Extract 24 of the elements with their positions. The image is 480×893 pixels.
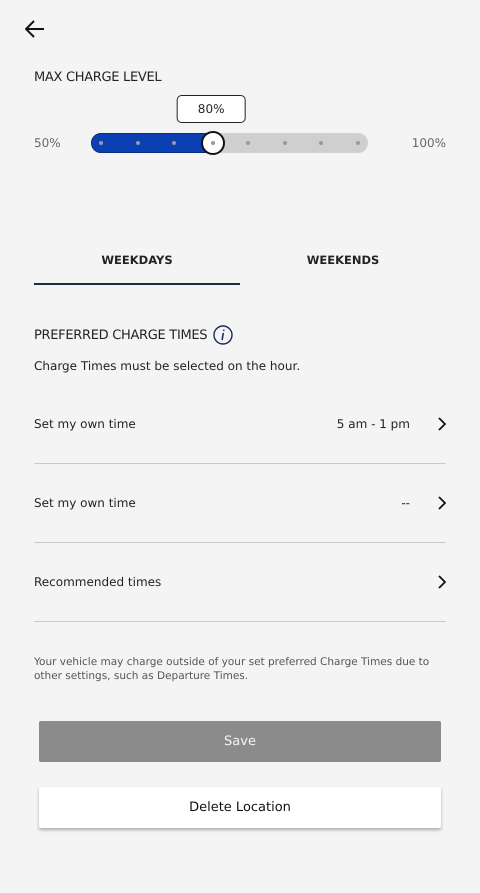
tab[interactable]: WEEKDAYS <box>34 249 240 285</box>
back-arrow-icon <box>25 20 45 38</box>
note-text: Your vehicle may charge outside of your set preferred Charge Times due to other settings, such as Departure Times. <box>34 656 430 684</box>
row-value: 5 am - 1 pm <box>336 417 410 431</box>
info-icon <box>213 325 234 345</box>
row-value: -- <box>401 496 410 510</box>
slider-thumb[interactable] <box>201 131 226 155</box>
row-label: Set my own time <box>34 417 137 431</box>
time-option-row[interactable]: Recommended times <box>34 543 446 622</box>
section-title: MAX CHARGE LEVEL <box>34 70 162 85</box>
tab[interactable]: WEEKENDS <box>240 249 446 285</box>
chevron-right-icon <box>438 575 446 589</box>
row-label: Set my own time <box>34 496 137 510</box>
section-title: PREFERRED CHARGE TIMES <box>34 328 208 342</box>
time-option-row[interactable]: Set my own time -- <box>34 464 446 543</box>
time-option-row[interactable]: Set my own time 5 am - 1 pm <box>34 385 446 464</box>
delete-button[interactable]: Delete Location <box>39 787 441 828</box>
min-label: 50% <box>34 136 62 150</box>
chevron-right-icon <box>438 496 446 510</box>
hint-text: Charge Times must be selected on the hour. <box>34 359 302 373</box>
value-tooltip: 80% <box>176 95 246 123</box>
row-label: Recommended times <box>34 575 162 589</box>
max-label: 100% <box>410 136 446 150</box>
chevron-right-icon <box>438 417 446 431</box>
